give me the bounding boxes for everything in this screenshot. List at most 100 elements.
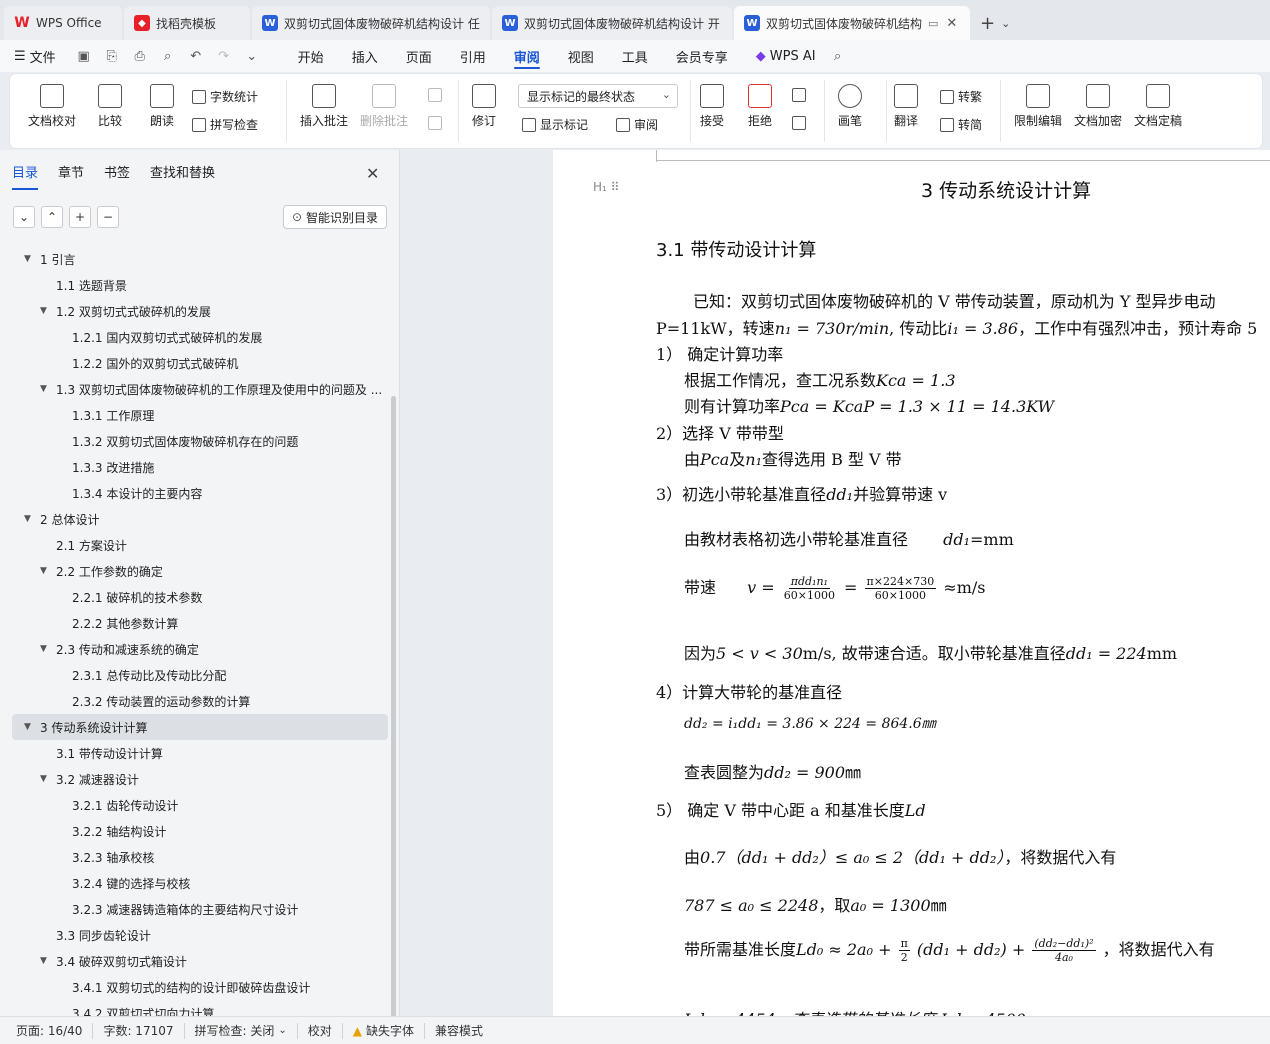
export-icon[interactable]: ⎘: [103, 47, 121, 65]
expand-down-button[interactable]: ⌄: [13, 206, 35, 228]
to-traditional-button[interactable]: 转繁: [940, 88, 982, 105]
toc-item[interactable]: 1.3.3 改进措施: [0, 454, 392, 480]
toc-item[interactable]: 2.2.1 破碎机的技术参数: [0, 584, 392, 610]
toc-item[interactable]: 1.3.1 工作原理: [0, 402, 392, 428]
insert-comment-button[interactable]: 插入批注: [300, 84, 348, 129]
heading-handle-icon[interactable]: H₁ ⠿: [593, 180, 619, 194]
remove-heading-button[interactable]: −: [97, 206, 119, 228]
menu-page[interactable]: 页面: [392, 40, 446, 72]
review-pane-button[interactable]: 审阅: [616, 116, 658, 133]
side-tab-bookmarks[interactable]: 书签: [92, 162, 130, 186]
collapse-arrow-icon[interactable]: ▼: [40, 644, 52, 654]
toc-item[interactable]: 1.1 选题背景: [0, 272, 392, 298]
word-count-button[interactable]: 字数统计: [192, 88, 258, 105]
menu-references[interactable]: 引用: [446, 40, 500, 72]
new-tab-button[interactable]: + ⌄: [972, 6, 1018, 40]
collapse-arrow-icon[interactable]: ▼: [40, 956, 52, 966]
toc-item[interactable]: 3.1 带传动设计计算: [0, 740, 392, 766]
toc-item[interactable]: 3.4.1 双剪切式的结构的设计即破碎齿盘设计: [0, 974, 392, 1000]
toc-item[interactable]: ▼ 2.3 传动和减速系统的确定: [0, 636, 392, 662]
encrypt-button[interactable]: 文档加密: [1074, 84, 1122, 129]
tab-docer[interactable]: ◆ 找稻壳模板: [124, 6, 250, 40]
side-tab-chapters[interactable]: 章节: [46, 162, 84, 186]
missing-font-status[interactable]: ▲ 缺失字体: [343, 1022, 426, 1039]
toc-item[interactable]: ▼ 3 传动系统设计计算: [12, 714, 388, 740]
prev-change-button[interactable]: [792, 88, 810, 102]
toc-item[interactable]: ▼ 2.2 工作参数的确定: [0, 558, 392, 584]
collapse-arrow-icon[interactable]: ▼: [24, 254, 36, 264]
toc-item[interactable]: 3.4.2 双剪切式切向力计算: [0, 1000, 392, 1017]
show-markup-button[interactable]: 显示标记: [522, 116, 588, 133]
delete-comment-button[interactable]: 删除批注: [360, 84, 408, 129]
undo-icon[interactable]: ↶: [187, 47, 205, 65]
proofread-status[interactable]: 校对: [298, 1022, 343, 1039]
collapse-arrow-icon[interactable]: ▼: [24, 722, 36, 732]
tab-document-active[interactable]: W 双剪切式固体废物破碎机结构 ▭ ✕: [734, 6, 970, 40]
print-preview-icon[interactable]: ⌕: [159, 47, 177, 65]
tab-document-2[interactable]: W 双剪切式固体废物破碎机结构设计 开: [492, 6, 732, 40]
menu-insert[interactable]: 插入: [338, 40, 392, 72]
word-count-status[interactable]: 字数: 17107: [93, 1022, 185, 1039]
toc-item[interactable]: 1.3.2 双剪切式固体废物破碎机存在的问题: [0, 428, 392, 454]
wps-ai-button[interactable]: ◆ WPS AI: [742, 40, 824, 72]
document-page[interactable]: H₁ ⠿ 3 传动系统设计计算 3.1 带传动设计计算 已知：双剪切式固体废物破…: [553, 150, 1270, 1016]
toc-item[interactable]: 3.2.1 齿轮传动设计: [0, 792, 392, 818]
toc-item[interactable]: 3.2.4 键的选择与校核: [0, 870, 392, 896]
doc-check-button[interactable]: 文档校对: [28, 84, 76, 129]
next-change-button[interactable]: [792, 116, 810, 130]
toc-item[interactable]: 3.2.3 减速器铸造箱体的主要结构尺寸设计: [0, 896, 392, 922]
menu-member[interactable]: 会员专享: [662, 40, 742, 72]
window-icon[interactable]: ▭: [928, 17, 938, 30]
tab-wps-office[interactable]: W WPS Office: [4, 6, 122, 40]
save-icon[interactable]: ▣: [75, 47, 93, 65]
spell-check-button[interactable]: 拼写检查: [192, 116, 258, 133]
toc-item[interactable]: ▼ 1 引言: [0, 246, 392, 272]
collapse-up-button[interactable]: ⌃: [41, 206, 63, 228]
toc-item[interactable]: ▼ 1.3 双剪切式固体废物破碎机的工作原理及使用中的问题及 ...: [0, 376, 392, 402]
toc-item[interactable]: 3.3 同步齿轮设计: [0, 922, 392, 948]
close-icon[interactable]: ✕: [366, 164, 379, 183]
restrict-edit-button[interactable]: 限制编辑: [1014, 84, 1062, 129]
prev-comment-button[interactable]: [428, 88, 446, 102]
file-menu[interactable]: 文件: [30, 47, 56, 66]
toc-item[interactable]: 2.1 方案设计: [0, 532, 392, 558]
collapse-arrow-icon[interactable]: ▼: [40, 306, 52, 316]
close-tab-icon[interactable]: ✕: [946, 16, 957, 31]
track-state-select[interactable]: 显示标记的最终状态 ⌄: [518, 84, 678, 108]
toc-item[interactable]: ▼ 3.2 减速器设计: [0, 766, 392, 792]
page-indicator[interactable]: 页面: 16/40: [0, 1022, 94, 1039]
collapse-arrow-icon[interactable]: ▼: [40, 774, 52, 784]
search-icon[interactable]: ⌕: [829, 47, 847, 65]
smart-toc-button[interactable]: ⊙ 智能识别目录: [283, 205, 387, 229]
reject-button[interactable]: 拒绝: [748, 84, 772, 129]
tab-document-1[interactable]: W 双剪切式固体废物破碎机结构设计 任: [252, 6, 490, 40]
spell-check-status[interactable]: 拼写检查: 关闭 ⌄: [185, 1022, 298, 1039]
pen-button[interactable]: 画笔: [838, 84, 862, 129]
compare-button[interactable]: 比较: [98, 84, 122, 129]
toc-item[interactable]: 2.3.2 传动装置的运动参数的计算: [0, 688, 392, 714]
menu-view[interactable]: 视图: [554, 40, 608, 72]
toc-item[interactable]: 2.2.2 其他参数计算: [0, 610, 392, 636]
toc-item[interactable]: ▼ 3.4 破碎双剪切式箱设计: [0, 948, 392, 974]
toc-item[interactable]: 1.3.4 本设计的主要内容: [0, 480, 392, 506]
accept-button[interactable]: 接受: [700, 84, 724, 129]
redo-icon[interactable]: ↷: [215, 47, 233, 65]
translate-button[interactable]: 翻译: [894, 84, 918, 129]
menu-tools[interactable]: 工具: [608, 40, 662, 72]
toc-item[interactable]: ▼ 2 总体设计: [0, 506, 392, 532]
collapse-arrow-icon[interactable]: ▼: [40, 384, 52, 394]
toc-item[interactable]: 1.2.1 国内双剪切式式破碎机的发展: [0, 324, 392, 350]
collapse-arrow-icon[interactable]: ▼: [24, 514, 36, 524]
toc-item[interactable]: 1.2.2 国外的双剪切式式破碎机: [0, 350, 392, 376]
menu-review[interactable]: 审阅: [500, 40, 554, 72]
read-aloud-button[interactable]: 朗读: [150, 84, 174, 129]
add-heading-button[interactable]: +: [69, 206, 91, 228]
toc-item[interactable]: 2.3.1 总传动比及传动比分配: [0, 662, 392, 688]
menu-home[interactable]: 开始: [284, 40, 338, 72]
toc-item[interactable]: 3.2.2 轴结构设计: [0, 818, 392, 844]
side-tab-toc[interactable]: 目录: [0, 162, 39, 190]
toc-item[interactable]: 3.2.3 轴承校核: [0, 844, 392, 870]
side-tab-find-replace[interactable]: 查找和替换: [138, 162, 215, 186]
to-simplified-button[interactable]: 转简: [940, 116, 982, 133]
next-comment-button[interactable]: [428, 116, 446, 130]
